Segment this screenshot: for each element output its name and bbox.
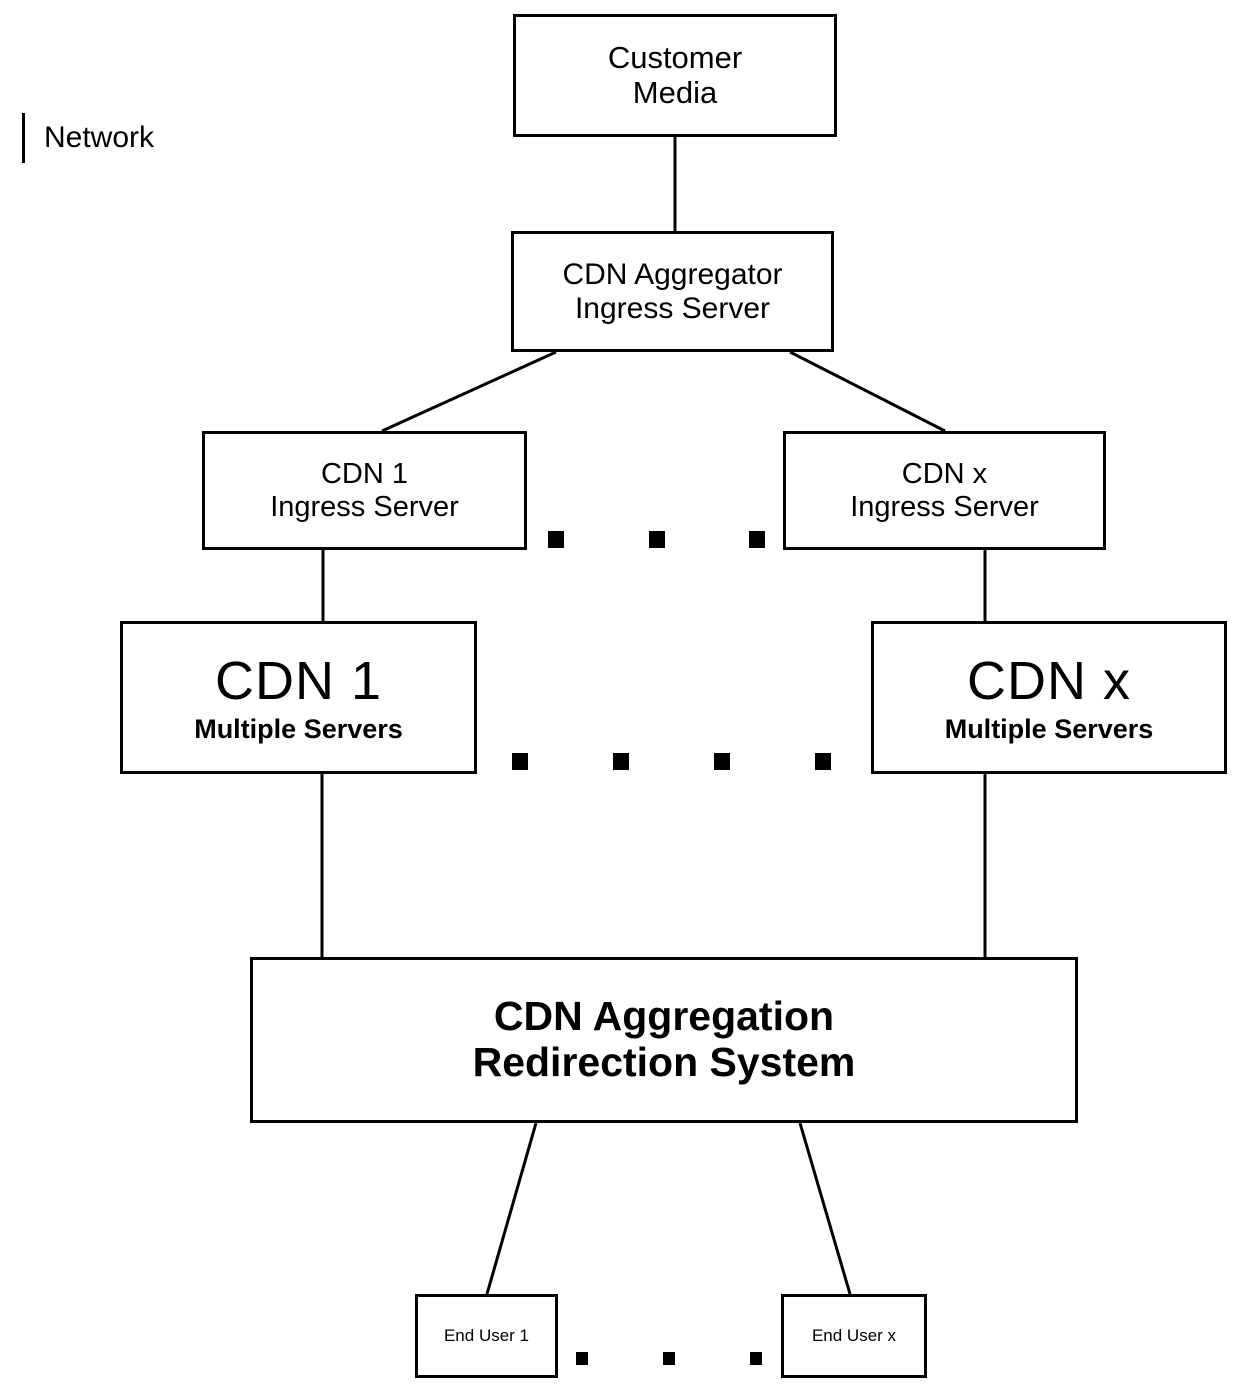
ellipsis-dot-servers-3 [714, 753, 730, 770]
node-customer-media-line2: Media [632, 74, 718, 110]
node-cdn1-multiple-servers[interactable]: CDN 1 Multiple Servers [120, 621, 477, 774]
node-cdn-aggregator-ingress-line1: CDN Aggregator [562, 257, 783, 291]
node-cdnx-ingress-line1: CDN x [901, 458, 988, 491]
node-end-user-1-label: End User 1 [443, 1326, 530, 1346]
node-aggregation-system-line2: Redirection System [472, 1039, 856, 1085]
node-cdnx-ingress-line2: Ingress Server [850, 490, 1039, 523]
ellipsis-dot-ingress-2 [649, 531, 665, 548]
node-end-user-x-label: End User x [811, 1326, 897, 1346]
node-cdnx-multiple-servers[interactable]: CDN x Multiple Servers [871, 621, 1227, 774]
node-cdn-aggregator-ingress-server[interactable]: CDN Aggregator Ingress Server [511, 231, 834, 352]
ellipsis-dot-servers-2 [613, 753, 629, 770]
diagram-canvas: Network Customer Media CDN Aggregator In… [0, 0, 1240, 1394]
node-cdn1-ingress-line1: CDN 1 [320, 458, 408, 491]
node-cdnx-servers-line1: CDN x [967, 651, 1131, 712]
ellipsis-dot-end-user-2 [663, 1352, 675, 1365]
wire-aggregator-to-cdn1-ingress [381, 350, 557, 433]
ellipsis-dot-end-user-3 [750, 1352, 762, 1365]
wire-aggregation-system-to-end-user-1 [485, 1122, 538, 1295]
node-customer-media-line1: Customer [607, 39, 743, 75]
ellipsis-dot-servers-4 [815, 753, 831, 770]
node-cdnx-servers-line2: Multiple Servers [944, 713, 1154, 744]
node-cdn-aggregator-ingress-line2: Ingress Server [574, 291, 771, 325]
node-cdn-aggregation-redirection-system[interactable]: CDN Aggregation Redirection System [250, 957, 1078, 1123]
node-cdn1-servers-line1: CDN 1 [214, 651, 383, 712]
node-cdn1-ingress-server[interactable]: CDN 1 Ingress Server [202, 431, 527, 550]
ellipsis-dot-ingress-3 [749, 531, 765, 548]
wire-aggregator-to-cdnx-ingress [789, 350, 946, 433]
network-line-sample-icon [22, 113, 25, 163]
wire-aggregation-system-to-end-user-x [798, 1122, 852, 1295]
ellipsis-dot-servers-1 [512, 753, 528, 770]
node-end-user-x[interactable]: End User x [781, 1294, 927, 1378]
ellipsis-dot-ingress-1 [548, 531, 564, 548]
node-cdn1-ingress-line2: Ingress Server [270, 490, 459, 523]
node-end-user-1[interactable]: End User 1 [415, 1294, 558, 1378]
ellipsis-dot-end-user-1 [576, 1352, 588, 1365]
node-cdnx-ingress-server[interactable]: CDN x Ingress Server [783, 431, 1106, 550]
legend-network-label: Network [44, 121, 155, 154]
node-customer-media[interactable]: Customer Media [513, 14, 837, 137]
node-cdn1-servers-line2: Multiple Servers [194, 713, 403, 744]
node-aggregation-system-line1: CDN Aggregation [493, 993, 835, 1040]
legend-network: Network [22, 113, 154, 163]
